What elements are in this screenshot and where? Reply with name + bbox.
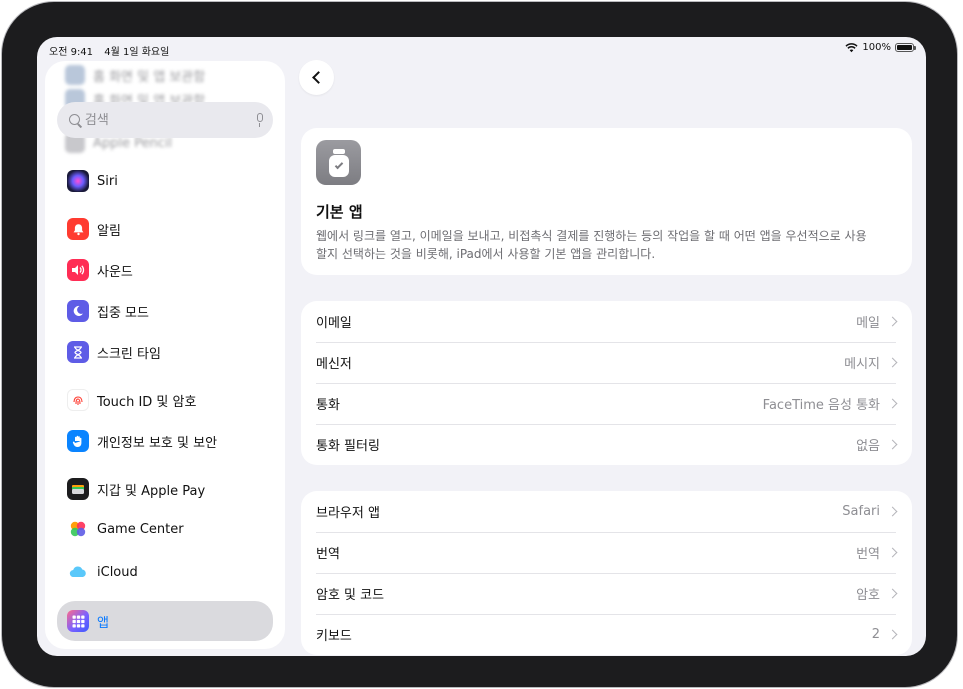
- sidebar-item-sounds[interactable]: 사운드: [57, 252, 273, 288]
- sidebar-item-siri[interactable]: Siri: [57, 163, 273, 199]
- settings-group-apps: 브라우저 앱 Safari 번역 번역 암호 및 코드 암호 키보드 2: [301, 491, 912, 655]
- battery-icon: [895, 43, 916, 52]
- sidebar-item-game-center[interactable]: Game Center: [57, 511, 273, 547]
- row-messaging[interactable]: 메신저 메시지: [301, 342, 912, 383]
- back-button[interactable]: [299, 60, 334, 95]
- row-browser[interactable]: 브라우저 앱 Safari: [301, 491, 912, 532]
- page-description: 웹에서 링크를 열고, 이메일을 보내고, 비접촉식 결제를 진행하는 등의 작…: [316, 229, 867, 261]
- page-title: 기본 앱: [316, 203, 363, 221]
- chevron-right-icon: [887, 439, 898, 450]
- row-keyboards[interactable]: 키보드 2: [301, 614, 912, 655]
- bell-icon: [67, 218, 89, 240]
- hand-icon: [67, 430, 89, 452]
- chevron-right-icon: [887, 506, 898, 517]
- row-calling[interactable]: 통화 FaceTime 음성 통화: [301, 383, 912, 424]
- battery-percent: 100%: [862, 42, 891, 53]
- sidebar-item-wallet[interactable]: 지갑 및 Apple Pay: [57, 471, 273, 507]
- microphone-icon[interactable]: [255, 113, 264, 127]
- sidebar-item-icloud[interactable]: iCloud: [57, 554, 273, 590]
- sidebar-item-focus[interactable]: 집중 모드: [57, 293, 273, 329]
- hourglass-icon: [67, 341, 89, 363]
- chevron-right-icon: [887, 398, 898, 409]
- sidebar-faded-item: 홈 화면 및 앱 보관함: [65, 65, 205, 85]
- speaker-icon: [67, 259, 89, 281]
- row-translation[interactable]: 번역 번역: [301, 532, 912, 573]
- sidebar[interactable]: 홈 화면 및 앱 보관함 홈 화면 및 앱 보관함 Apple Pencil S…: [45, 61, 285, 649]
- row-call-filtering[interactable]: 통화 필터링 없음: [301, 424, 912, 465]
- checkmark-icon: [334, 160, 343, 169]
- search-bar[interactable]: [57, 102, 273, 138]
- moon-icon: [67, 300, 89, 322]
- siri-icon: [67, 170, 89, 192]
- game-center-icon: [67, 518, 89, 540]
- wifi-icon: [845, 42, 858, 52]
- sidebar-item-apps[interactable]: 앱: [57, 601, 273, 641]
- chevron-left-icon: [312, 71, 325, 84]
- sidebar-item-screen-time[interactable]: 스크린 타임: [57, 334, 273, 370]
- apps-grid-icon: [67, 610, 89, 632]
- cloud-icon: [67, 561, 89, 583]
- chevron-right-icon: [887, 588, 898, 599]
- row-passwords[interactable]: 암호 및 코드 암호: [301, 573, 912, 614]
- chevron-right-icon: [887, 316, 898, 327]
- settings-group-communication: 이메일 메일 메신저 메시지 통화 FaceTime 음성 통화 통화 필터링 …: [301, 301, 912, 465]
- search-icon: [69, 113, 80, 127]
- default-apps-icon: [316, 140, 361, 185]
- search-input[interactable]: [84, 112, 255, 128]
- status-time: 오전 9:41: [49, 47, 94, 58]
- chevron-right-icon: [887, 629, 898, 640]
- fingerprint-icon: [67, 389, 89, 411]
- sidebar-item-notifications[interactable]: 알림: [57, 211, 273, 247]
- status-date: 4월 1일 화요일: [104, 47, 170, 58]
- status-bar: 오전 9:41 4월 1일 화요일 100%: [37, 37, 926, 61]
- row-email[interactable]: 이메일 메일: [301, 301, 912, 342]
- chevron-right-icon: [887, 547, 898, 558]
- sidebar-item-touch-id[interactable]: Touch ID 및 암호: [57, 382, 273, 418]
- ipad-frame: 오전 9:41 4월 1일 화요일 100% 홈 화면 및 앱 보관함 홈 화면…: [2, 2, 957, 687]
- screen: 오전 9:41 4월 1일 화요일 100% 홈 화면 및 앱 보관함 홈 화면…: [37, 37, 926, 656]
- faded-icon: [65, 65, 85, 85]
- wallet-icon: [67, 478, 89, 500]
- battery-level: [897, 45, 912, 50]
- header-card: 기본 앱 웹에서 링크를 열고, 이메일을 보내고, 비접촉식 결제를 진행하는…: [301, 128, 912, 275]
- sidebar-item-privacy[interactable]: 개인정보 보호 및 보안: [57, 423, 273, 459]
- chevron-right-icon: [887, 357, 898, 368]
